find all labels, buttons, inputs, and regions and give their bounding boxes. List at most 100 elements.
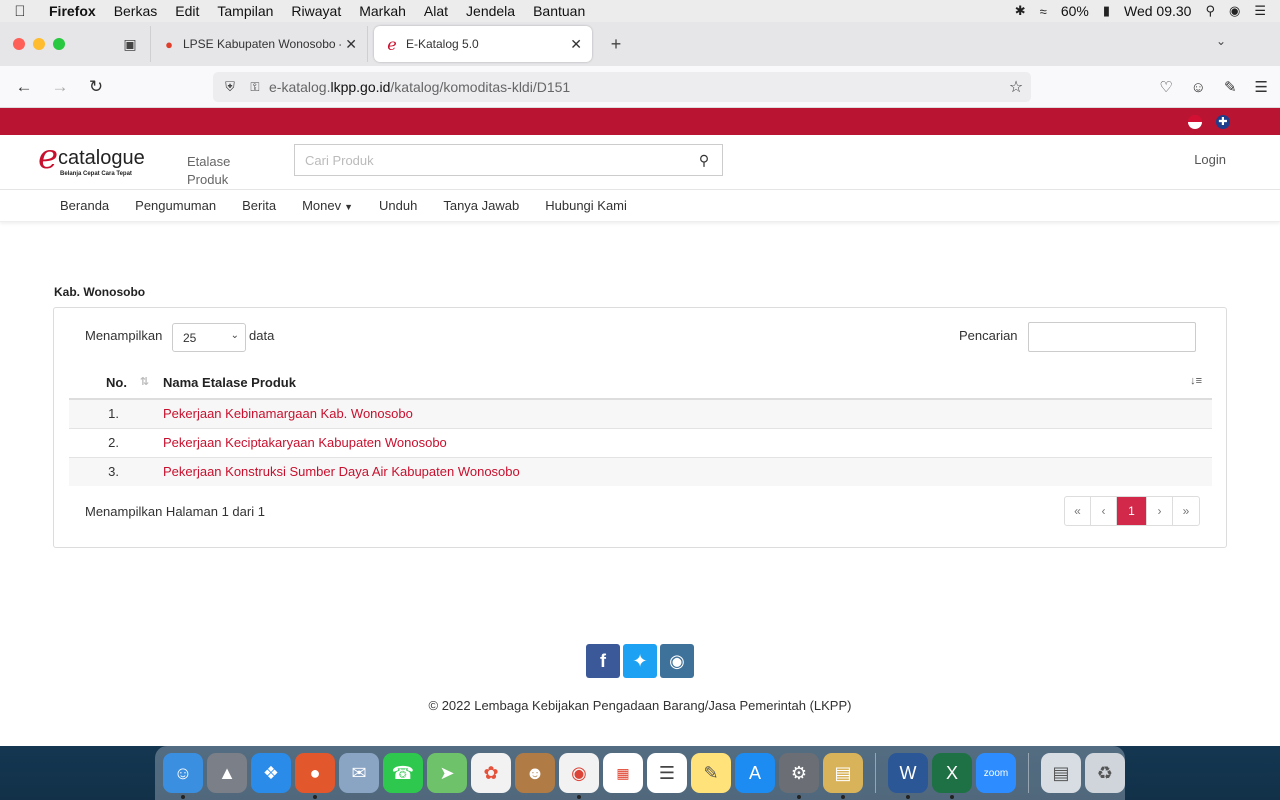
- lock-icon[interactable]: ⚿: [245, 80, 265, 95]
- zoom-window-button[interactable]: [53, 38, 65, 50]
- hamburger-menu-icon[interactable]: ☰: [1255, 78, 1268, 96]
- url-host: lkpp.go.id: [330, 79, 391, 95]
- column-header-no[interactable]: No. ⇅: [69, 366, 163, 400]
- downloads-stack-icon[interactable]: ▤: [1041, 753, 1081, 793]
- page-length-select[interactable]: 25 ⌄: [172, 323, 246, 352]
- nav-monev[interactable]: Monev ▼: [289, 198, 366, 213]
- nav-unduh[interactable]: Unduh: [366, 198, 430, 213]
- menu-riwayat[interactable]: Riwayat: [282, 3, 350, 19]
- notes-icon[interactable]: ✎: [691, 753, 731, 793]
- calendar-icon[interactable]: ▦: [603, 753, 643, 793]
- photos-icon[interactable]: ✿: [471, 753, 511, 793]
- app-store-icon[interactable]: A: [735, 753, 775, 793]
- search-icon[interactable]: ⚲: [686, 152, 722, 169]
- table-filter-input[interactable]: [1028, 322, 1196, 352]
- menu-app-name[interactable]: Firefox: [40, 3, 105, 19]
- social-links: f ✦ ◉: [586, 644, 694, 678]
- tab-ekatalog[interactable]: e E-Katalog 5.0 ✕: [374, 26, 592, 62]
- next-page-button[interactable]: ›: [1147, 497, 1173, 525]
- list-all-tabs-icon[interactable]: ⌄: [1216, 34, 1226, 48]
- account-icon[interactable]: ☺: [1191, 79, 1206, 96]
- menu-jendela[interactable]: Jendela: [457, 3, 524, 19]
- safari-icon[interactable]: ❖: [251, 753, 291, 793]
- wifi-icon[interactable]: ≈: [1040, 4, 1047, 19]
- pocket-icon[interactable]: ♡: [1159, 78, 1172, 96]
- row-number: 1.: [69, 398, 163, 428]
- uk-flag-icon[interactable]: ✚: [1216, 115, 1230, 129]
- reload-icon[interactable]: ↻: [78, 77, 114, 97]
- mail-icon[interactable]: ✉: [339, 753, 379, 793]
- finder-icon[interactable]: ☺: [163, 753, 203, 799]
- etalase-link[interactable]: Pekerjaan Keciptakaryaan Kabupaten Wonos…: [163, 435, 447, 450]
- facebook-icon[interactable]: f: [586, 644, 620, 678]
- tab-title: E-Katalog 5.0: [406, 37, 479, 51]
- last-page-button[interactable]: »: [1173, 497, 1199, 525]
- trash-icon[interactable]: ♻: [1085, 753, 1125, 793]
- new-tab-icon[interactable]: +: [598, 34, 634, 55]
- system-preferences-icon[interactable]: ⚙: [779, 753, 819, 799]
- url-bar[interactable]: ⛨ ⚿ e-katalog.lkpp.go.id/katalog/komodit…: [213, 72, 1031, 102]
- nav-pengumuman[interactable]: Pengumuman: [122, 198, 229, 213]
- word-icon[interactable]: W: [888, 753, 928, 799]
- reminders-icon[interactable]: ☰: [647, 753, 687, 793]
- archive-utility-icon[interactable]: ▤: [823, 753, 863, 799]
- firefox-icon[interactable]: ●: [295, 753, 335, 799]
- close-tab-icon[interactable]: ✕: [345, 36, 357, 53]
- apple-icon[interactable]: : [0, 3, 40, 20]
- tab-overview-icon[interactable]: ▣: [110, 36, 150, 53]
- minimize-window-button[interactable]: [33, 38, 45, 50]
- etalase-produk-link[interactable]: Etalase Produk: [187, 153, 247, 189]
- facetime-icon[interactable]: ☎: [383, 753, 423, 793]
- battery-icon[interactable]: ▮: [1103, 3, 1110, 19]
- sort-descending-icon: ↓≡: [1190, 375, 1202, 387]
- menu-berkas[interactable]: Berkas: [105, 3, 167, 19]
- control-center-icon[interactable]: ☰: [1254, 3, 1266, 19]
- footer-copyright: © 2022 Lembaga Kebijakan Pengadaan Baran…: [428, 698, 852, 713]
- nav-berita[interactable]: Berita: [229, 198, 289, 213]
- chrome-icon[interactable]: ◉: [559, 753, 599, 799]
- etalase-link[interactable]: Pekerjaan Konstruksi Sumber Daya Air Kab…: [163, 464, 520, 479]
- menu-alat[interactable]: Alat: [415, 3, 457, 19]
- nav-beranda[interactable]: Beranda: [47, 198, 122, 213]
- etalase-link[interactable]: Pekerjaan Kebinamargaan Kab. Wonosobo: [163, 406, 413, 421]
- siri-icon[interactable]: ◉: [1229, 3, 1240, 19]
- extensions-icon[interactable]: ✎: [1224, 78, 1237, 96]
- etalase-table: No. ⇅ Nama Etalase Produk ↓≡ 1. Pekerjaa…: [69, 366, 1212, 486]
- launchpad-icon[interactable]: ▲: [207, 753, 247, 793]
- ecatalogue-logo[interactable]: e catalogue Belanja Cepat Cara Tepat: [38, 137, 148, 181]
- nav-hubungi-kami[interactable]: Hubungi Kami: [532, 198, 640, 213]
- menubar-clock[interactable]: Wed 09.30: [1124, 3, 1191, 19]
- tab-lpse[interactable]: ● LPSE Kabupaten Wonosobo - Ho ✕: [150, 26, 368, 62]
- bluetooth-icon[interactable]: ✱: [1015, 3, 1026, 19]
- url-text[interactable]: e-katalog.lkpp.go.id/katalog/komoditas-k…: [265, 79, 1001, 95]
- nav-tanya-jawab[interactable]: Tanya Jawab: [430, 198, 532, 213]
- tab-title: LPSE Kabupaten Wonosobo - Ho: [183, 37, 341, 51]
- back-arrow-icon[interactable]: ←: [6, 77, 42, 97]
- indonesia-flag-icon[interactable]: [1188, 115, 1202, 129]
- menu-tampilan[interactable]: Tampilan: [208, 3, 282, 19]
- menu-bantuan[interactable]: Bantuan: [524, 3, 594, 19]
- menu-edit[interactable]: Edit: [166, 3, 208, 19]
- maps-icon[interactable]: ➤: [427, 753, 467, 793]
- bookmark-star-icon[interactable]: ☆: [1001, 77, 1031, 97]
- login-link[interactable]: Login: [1194, 152, 1226, 167]
- row-number: 3.: [69, 456, 163, 486]
- close-window-button[interactable]: [13, 38, 25, 50]
- product-search-input[interactable]: [295, 146, 686, 174]
- twitter-icon[interactable]: ✦: [623, 644, 657, 678]
- browser-window: ▣ ● LPSE Kabupaten Wonosobo - Ho ✕ e E-K…: [0, 22, 1280, 746]
- close-tab-icon[interactable]: ✕: [570, 36, 582, 53]
- instagram-icon[interactable]: ◉: [660, 644, 694, 678]
- spotlight-search-icon[interactable]: ⚲: [1205, 3, 1215, 19]
- zoom-icon[interactable]: zoom: [976, 753, 1016, 793]
- menu-markah[interactable]: Markah: [350, 3, 415, 19]
- contacts-icon[interactable]: ☻: [515, 753, 555, 793]
- language-bar: ✚: [0, 108, 1280, 135]
- excel-icon[interactable]: X: [932, 753, 972, 799]
- tracking-shield-icon[interactable]: ⛨: [215, 79, 245, 95]
- column-header-name[interactable]: Nama Etalase Produk ↓≡: [163, 366, 1212, 400]
- first-page-button[interactable]: «: [1065, 497, 1091, 525]
- forward-arrow-icon[interactable]: →: [42, 77, 78, 97]
- current-page-button[interactable]: 1: [1117, 497, 1147, 525]
- previous-page-button[interactable]: ‹: [1091, 497, 1117, 525]
